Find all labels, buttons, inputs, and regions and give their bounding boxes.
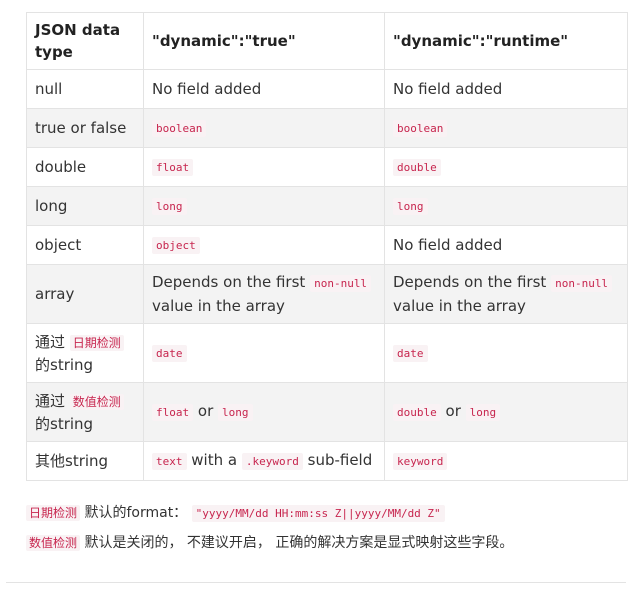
table-row: array Depends on the first non-null value… xyxy=(26,264,628,324)
code-boolean: boolean xyxy=(152,120,207,137)
cell-type: array xyxy=(26,264,144,324)
depends-text: Depends on the first xyxy=(152,273,306,291)
code-text: text xyxy=(152,453,187,470)
type-suffix: 的string xyxy=(35,355,94,374)
cell-runtime: No field added xyxy=(384,69,628,109)
table-row: null No field added No field added xyxy=(26,69,628,109)
cell-true: boolean xyxy=(143,108,385,148)
cell-type: object xyxy=(26,225,144,265)
cell-type: 通过 数值检测的string xyxy=(26,382,144,442)
date-detection-mark: 日期检测 xyxy=(69,334,124,351)
cell-true: long xyxy=(143,186,385,226)
or-word: or xyxy=(445,402,461,420)
code-non-null: non-null xyxy=(551,275,613,292)
table-row: 通过 数值检测的string float or long double or l… xyxy=(26,382,628,442)
numeric-note-text: 默认是关闭的， 不建议开启， 正确的解决方案是显式映射这些字段。 xyxy=(84,535,514,551)
cell-runtime: keyword xyxy=(384,441,628,481)
header-json-type: JSON data type xyxy=(26,12,144,70)
cell-type: null xyxy=(26,69,144,109)
cell-type: 通过 日期检测的string xyxy=(26,323,144,383)
date-format-code: "yyyy/MM/dd HH:mm:ss Z||yyyy/MM/dd Z" xyxy=(191,505,445,522)
sub-field-text: sub-field xyxy=(307,451,373,469)
table-header-row: JSON data type "dynamic":"true" "dynamic… xyxy=(26,12,628,70)
cell-runtime: boolean xyxy=(384,108,628,148)
cell-runtime: double xyxy=(384,147,628,187)
code-long: long xyxy=(152,198,187,215)
cell-runtime: double or long xyxy=(384,382,628,442)
code-keyword-subfield: .keyword xyxy=(241,453,303,470)
cell-runtime: No field added xyxy=(384,225,628,265)
cell-true: float or long xyxy=(143,382,385,442)
code-double: double xyxy=(393,159,441,176)
page: JSON data type "dynamic":"true" "dynamic… xyxy=(0,0,643,599)
cell-true: float xyxy=(143,147,385,187)
numeric-detection-note: 数值检测 默认是关闭的， 不建议开启， 正确的解决方案是显式映射这些字段。 xyxy=(26,533,627,553)
table-row: object object No field added xyxy=(26,225,628,265)
header-dynamic-true: "dynamic":"true" xyxy=(143,12,385,70)
table-row: double float double xyxy=(26,147,628,187)
or-word: or xyxy=(197,402,214,420)
date-detection-note: 日期检测 默认的format： "yyyy/MM/dd HH:mm:ss Z||… xyxy=(26,503,627,524)
type-prefix: 通过 xyxy=(35,391,66,410)
cell-type: double xyxy=(26,147,144,187)
depends-text: value in the array xyxy=(393,297,526,315)
cell-type: true or false xyxy=(26,108,144,148)
cell-runtime: Depends on the first non-null value in th… xyxy=(384,264,628,324)
table-row: true or false boolean boolean xyxy=(26,108,628,148)
cell-true: date xyxy=(143,323,385,383)
with-a-text: with a xyxy=(191,451,238,469)
cell-true: No field added xyxy=(143,69,385,109)
code-long: long xyxy=(393,198,428,215)
code-float: float xyxy=(152,159,194,176)
code-keyword: keyword xyxy=(393,453,448,470)
code-double: double xyxy=(393,404,441,421)
table-row: 通过 日期检测的string date date xyxy=(26,323,628,383)
code-float: float xyxy=(152,404,194,421)
code-long: long xyxy=(218,404,253,421)
code-non-null: non-null xyxy=(310,275,372,292)
cell-runtime: date xyxy=(384,323,628,383)
code-date: date xyxy=(393,345,428,362)
dynamic-mapping-table: JSON data type "dynamic":"true" "dynamic… xyxy=(26,12,628,481)
type-suffix: 的string xyxy=(35,414,94,433)
cell-true: object xyxy=(143,225,385,265)
cell-runtime: long xyxy=(384,186,628,226)
cell-true: Depends on the first non-null value in th… xyxy=(143,264,385,324)
code-date: date xyxy=(152,345,187,362)
table-row: long long long xyxy=(26,186,628,226)
code-long: long xyxy=(465,404,501,421)
numeric-detection-mark: 数值检测 xyxy=(69,393,124,410)
cell-type: long xyxy=(26,186,144,226)
code-boolean: boolean xyxy=(393,120,448,137)
header-dynamic-runtime: "dynamic":"runtime" xyxy=(384,12,628,70)
depends-text: Depends on the first xyxy=(393,273,547,291)
code-object: object xyxy=(152,237,200,254)
cell-true: text with a .keyword sub-field xyxy=(143,441,385,481)
table-row: 其他string text with a .keyword sub-field … xyxy=(26,441,628,481)
numeric-detection-mark: 数值检测 xyxy=(26,535,81,551)
type-prefix: 通过 xyxy=(35,332,66,351)
cell-type: 其他string xyxy=(26,441,144,481)
bottom-divider xyxy=(6,582,626,583)
depends-text: value in the array xyxy=(152,297,285,315)
date-note-text: 默认的format： xyxy=(84,505,188,521)
notes: 日期检测 默认的format： "yyyy/MM/dd HH:mm:ss Z||… xyxy=(26,503,627,553)
date-detection-mark: 日期检测 xyxy=(26,505,81,521)
